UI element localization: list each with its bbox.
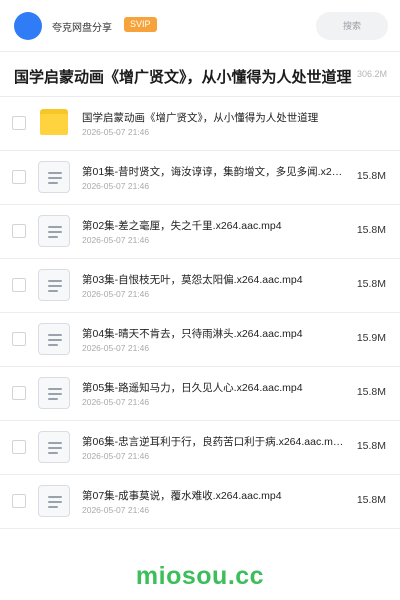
file-date: 2026-05-07 21:46 (82, 343, 150, 353)
file-size: 15.8M (356, 494, 386, 506)
top-header: 夸克网盘分享 SVIP 搜索 (0, 0, 400, 52)
file-date: 2026-05-07 21:46 (82, 451, 150, 461)
file-date: 2026-05-07 21:46 (82, 505, 150, 515)
file-name[interactable]: 第06集-忠言逆耳利于行，良药苦口利于病.x264.aac.mp4 (82, 434, 344, 449)
share-title-bar: 国学启蒙动画《增广贤文》，从小懂得为人处世道理 306.2M (0, 53, 400, 97)
select-checkbox[interactable] (12, 332, 26, 346)
file-icon (38, 269, 70, 301)
file-list: 国学启蒙动画《增广贤文》，从小懂得为人处世道理 2026-05-07 21:46 第… (0, 97, 400, 529)
search-input[interactable]: 搜索 (316, 12, 388, 40)
file-row[interactable]: 第07集-成事莫说，覆水难收.x264.aac.mp4 2026-05-07 21… (0, 475, 400, 529)
file-size: 15.8M (356, 224, 386, 236)
folder-row[interactable]: 国学启蒙动画《增广贤文》，从小懂得为人处世道理 2026-05-07 21:46 (0, 97, 400, 151)
file-name[interactable]: 国学启蒙动画《增广贤文》，从小懂得为人处世道理 (82, 110, 382, 125)
file-icon (38, 377, 70, 409)
file-size: 15.8M (356, 440, 386, 452)
select-checkbox[interactable] (12, 170, 26, 184)
file-size: 15.8M (356, 170, 386, 182)
file-size: 15.8M (356, 386, 386, 398)
select-checkbox[interactable] (12, 224, 26, 238)
file-name[interactable]: 第07集-成事莫说，覆水难收.x264.aac.mp4 (82, 488, 344, 503)
file-name[interactable]: 第05集-路遥知马力，日久见人心.x264.aac.mp4 (82, 380, 344, 395)
select-checkbox[interactable] (12, 494, 26, 508)
file-icon (38, 431, 70, 463)
file-icon (38, 161, 70, 193)
file-date: 2026-05-07 21:46 (82, 289, 150, 299)
select-checkbox[interactable] (12, 386, 26, 400)
watermark-logo: miosou.cc (135, 562, 265, 590)
file-row[interactable]: 第01集-昔时贤文，诲汝谆谆，集韵增文，多见多闻.x264.aac.mp4 202… (0, 151, 400, 205)
file-name[interactable]: 第03集-自恨枝无叶，莫怨太阳偏.x264.aac.mp4 (82, 272, 344, 287)
file-row[interactable]: 第04集-晴天不肯去，只待雨淋头.x264.aac.mp4 2026-05-07 … (0, 313, 400, 367)
select-checkbox[interactable] (12, 116, 26, 130)
file-icon (38, 485, 70, 517)
file-icon (38, 323, 70, 355)
folder-icon (38, 107, 70, 139)
file-row[interactable]: 第02集-差之毫厘，失之千里.x264.aac.mp4 2026-05-07 21… (0, 205, 400, 259)
file-size: 15.9M (356, 332, 386, 344)
svip-badge: SVIP (124, 17, 157, 32)
file-date: 2026-05-07 21:46 (82, 127, 150, 137)
file-name[interactable]: 第04集-晴天不肯去，只待雨淋头.x264.aac.mp4 (82, 326, 344, 341)
select-checkbox[interactable] (12, 278, 26, 292)
total-size: 306.2M (357, 69, 388, 79)
file-date: 2026-05-07 21:46 (82, 235, 150, 245)
file-row[interactable]: 第03集-自恨枝无叶，莫怨太阳偏.x264.aac.mp4 2026-05-07 … (0, 259, 400, 313)
avatar[interactable] (14, 12, 42, 40)
file-icon (38, 215, 70, 247)
sharer-name[interactable]: 夸克网盘分享 (52, 19, 112, 34)
page-title: 国学启蒙动画《增广贤文》，从小懂得为人处世道理 (14, 69, 352, 86)
file-size: 15.8M (356, 278, 386, 290)
file-date: 2026-05-07 21:46 (82, 181, 150, 191)
file-date: 2026-05-07 21:46 (82, 397, 150, 407)
file-row[interactable]: 第05集-路遥知马力，日久见人心.x264.aac.mp4 2026-05-07 … (0, 367, 400, 421)
select-checkbox[interactable] (12, 440, 26, 454)
file-name[interactable]: 第01集-昔时贤文，诲汝谆谆，集韵增文，多见多闻.x264.aac.mp4 (82, 164, 344, 179)
file-row[interactable]: 第06集-忠言逆耳利于行，良药苦口利于病.x264.aac.mp4 2026-05… (0, 421, 400, 475)
file-name[interactable]: 第02集-差之毫厘，失之千里.x264.aac.mp4 (82, 218, 344, 233)
